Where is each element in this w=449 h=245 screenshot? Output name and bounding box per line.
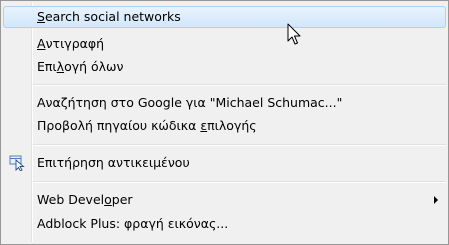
- menu-item-label: Προβολή πηγαίου κώδικα επιλογής: [37, 118, 257, 133]
- menu-item-label: Επιτήρηση αντικειμένου: [37, 155, 190, 170]
- menu-item-label: Search social networks: [37, 9, 181, 24]
- menu-item-google-search[interactable]: Αναζήτηση στο Google για "Michael Schuma…: [3, 92, 446, 114]
- menu-separator: [33, 181, 446, 183]
- menu-item-web-developer[interactable]: Web Developer: [3, 189, 446, 211]
- menu-item-view-selection-source[interactable]: Προβολή πηγαίου κώδικα επιλογής: [3, 115, 446, 137]
- menu-item-inspect-element[interactable]: Επιτήρηση αντικειμένου: [3, 152, 446, 174]
- menu-item-label: Αντιγραφή: [37, 36, 105, 51]
- submenu-arrow-icon: [434, 196, 438, 204]
- menu-separator: [33, 84, 446, 86]
- menu-item-copy[interactable]: Αντιγραφή: [3, 33, 446, 55]
- mouse-pointer-icon: [287, 23, 303, 47]
- menu-item-select-all[interactable]: Επιλογή όλων: [3, 56, 446, 78]
- context-menu: Search social networks Αντιγραφή Επιλογή…: [0, 0, 449, 245]
- menu-separator: [33, 144, 446, 146]
- menu-item-label: Adblock Plus: φραγή εικόνας...: [37, 216, 229, 231]
- menu-item-label: Επιλογή όλων: [37, 59, 124, 74]
- inspect-element-icon: [9, 155, 25, 172]
- menu-item-adblock-plus[interactable]: Adblock Plus: φραγή εικόνας...: [3, 213, 446, 235]
- menu-item-search-social-networks[interactable]: Search social networks: [3, 6, 446, 28]
- menu-item-label: Αναζήτηση στο Google για "Michael Schuma…: [37, 95, 343, 110]
- menu-item-label: Web Developer: [37, 192, 133, 207]
